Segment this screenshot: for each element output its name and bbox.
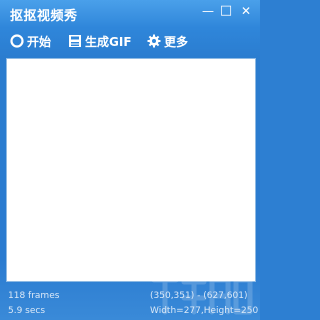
toolbar: 开始 生成GIF 更多 (0, 30, 260, 54)
capture-size: Width=277,Height=250 (150, 306, 259, 316)
frame-count: 118 frames (8, 291, 60, 301)
duration: 5.9 secs (8, 306, 46, 316)
more-button[interactable]: 更多 (147, 33, 188, 51)
gear-icon (147, 34, 161, 48)
close-button[interactable]: ✕ (238, 3, 254, 19)
app-window: 抠抠视频秀 — □ ✕ 开始 生成GIF 更多 118 frames 5.9 s… (0, 0, 260, 320)
save-disk-icon (69, 35, 81, 47)
capture-coordinates: (350,351) - (627,601) (150, 291, 248, 301)
record-circle-icon (10, 34, 24, 48)
title-bar[interactable]: 抠抠视频秀 — □ ✕ (0, 0, 260, 26)
more-label: 更多 (164, 35, 189, 49)
capture-area[interactable] (6, 58, 256, 282)
minimize-button[interactable]: — (200, 3, 216, 19)
start-label: 开始 (27, 35, 52, 49)
start-button[interactable]: 开始 (10, 33, 51, 51)
generate-gif-label: 生成GIF (85, 35, 132, 49)
window-title: 抠抠视频秀 (10, 9, 78, 24)
restore-button[interactable]: □ (218, 3, 234, 19)
generate-gif-button[interactable]: 生成GIF (68, 33, 132, 51)
